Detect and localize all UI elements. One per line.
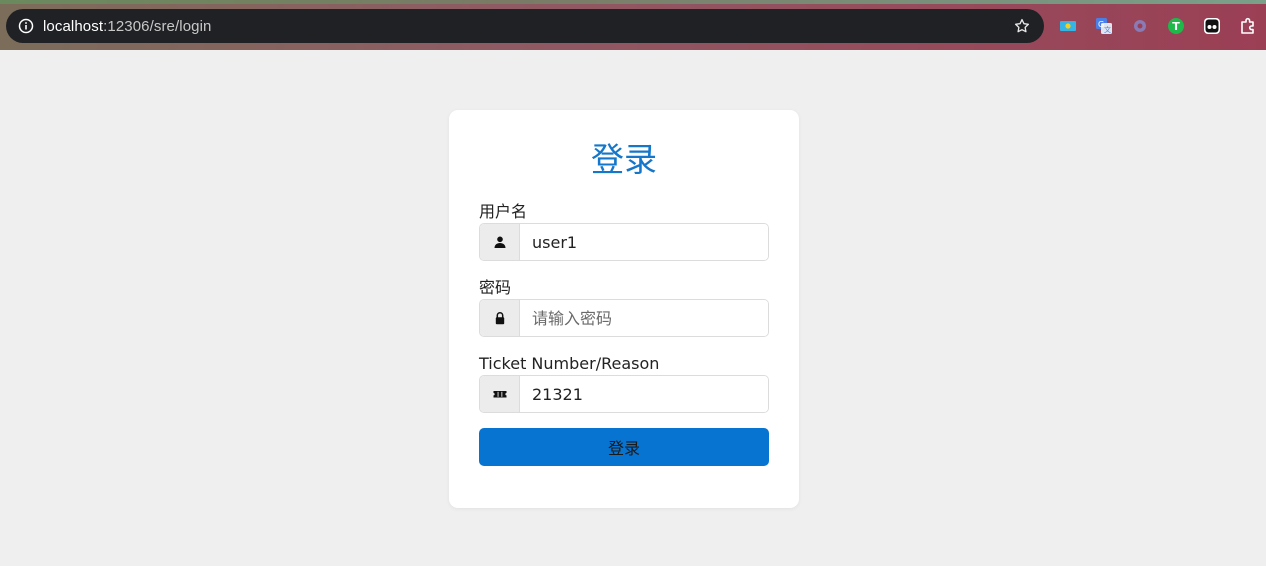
- tab-strip: [0, 0, 1266, 4]
- user-icon: [480, 224, 520, 260]
- login-card: 登录 用户名 密码 Ticket Number/Reason: [449, 110, 799, 508]
- kazakhstan-flag-icon[interactable]: [1056, 14, 1080, 38]
- username-label: 用户名: [479, 202, 528, 221]
- svg-text:文: 文: [1104, 25, 1111, 34]
- username-input[interactable]: [520, 224, 768, 260]
- site-info-icon[interactable]: [14, 14, 38, 38]
- ghostery-icon[interactable]: [1200, 14, 1224, 38]
- address-bar[interactable]: localhost:12306/sre/login: [6, 9, 1044, 43]
- url-text[interactable]: localhost:12306/sre/login: [43, 18, 1010, 35]
- login-button[interactable]: 登录: [479, 428, 769, 466]
- gear-icon[interactable]: [1128, 14, 1152, 38]
- green-t-icon[interactable]: T: [1164, 14, 1188, 38]
- url-path: :12306/sre/login: [103, 17, 212, 35]
- puzzle-icon[interactable]: [1236, 14, 1260, 38]
- lock-icon: [480, 300, 520, 336]
- password-input[interactable]: [520, 300, 768, 336]
- username-input-group: [479, 223, 769, 261]
- password-input-group: [479, 299, 769, 337]
- password-label: 密码: [479, 278, 512, 297]
- ticket-input-group: [479, 375, 769, 413]
- extensions-area: G 文 T: [1056, 13, 1266, 39]
- browser-toolbar: localhost:12306/sre/login G 文 T: [0, 0, 1266, 50]
- ticket-icon: [480, 376, 520, 412]
- google-translate-icon[interactable]: G 文: [1092, 14, 1116, 38]
- bookmark-star-icon[interactable]: [1010, 14, 1034, 38]
- url-host: localhost: [43, 17, 104, 35]
- ticket-input[interactable]: [520, 376, 768, 412]
- ticket-label: Ticket Number/Reason: [479, 354, 660, 373]
- login-title: 登录: [591, 140, 657, 179]
- svg-text:T: T: [1172, 20, 1180, 33]
